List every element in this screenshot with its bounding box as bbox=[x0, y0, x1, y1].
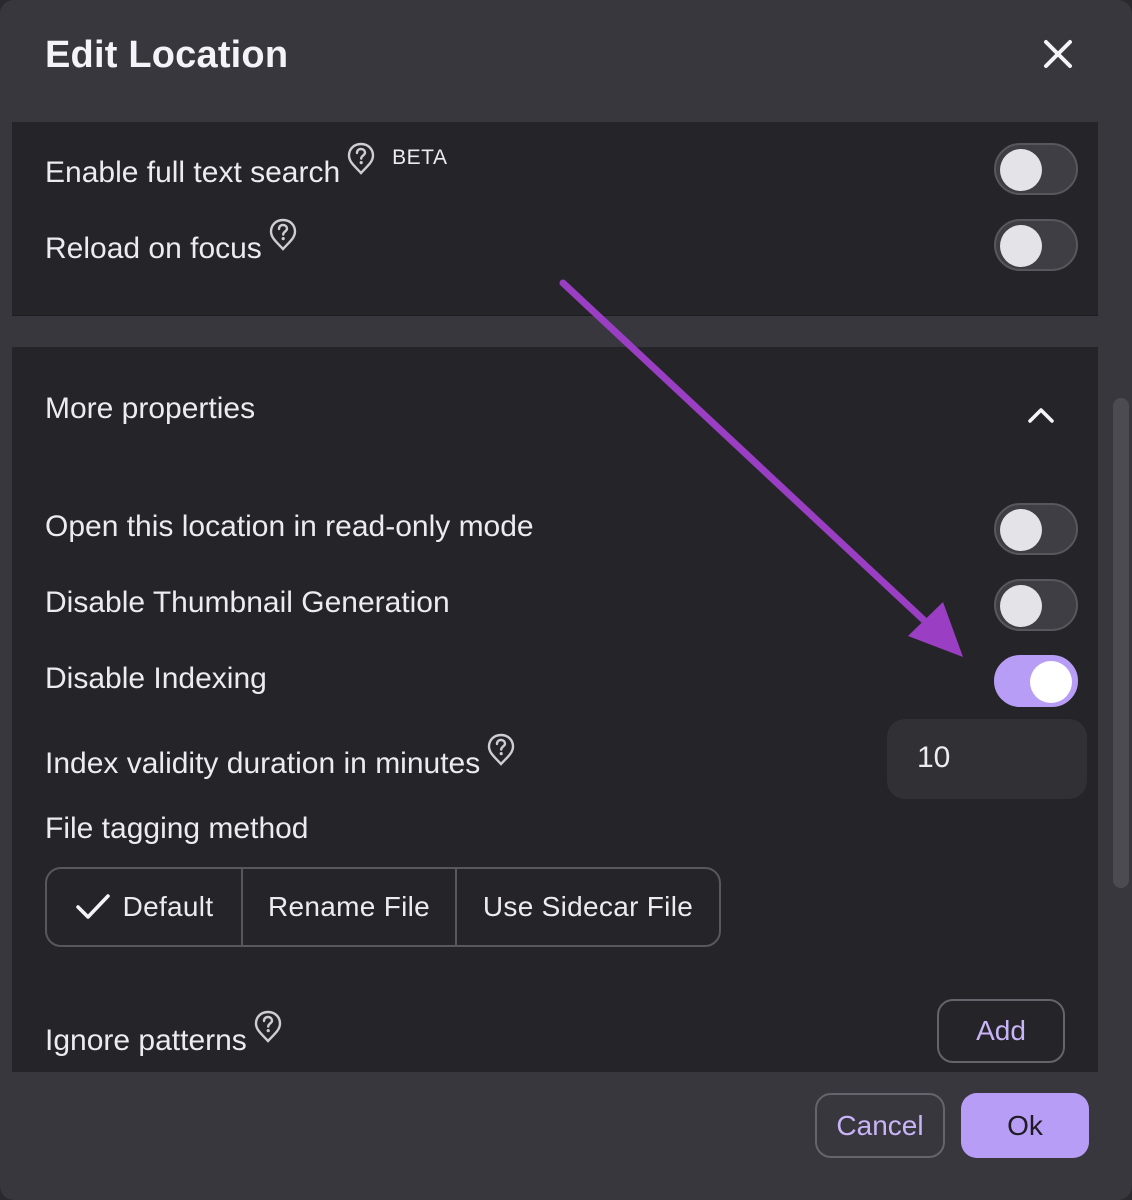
help-icon[interactable] bbox=[486, 733, 516, 767]
disable-indexing-toggle[interactable] bbox=[994, 655, 1078, 707]
more-properties-title: More properties bbox=[45, 392, 256, 425]
toggle-knob bbox=[1000, 509, 1042, 551]
full-text-search-toggle[interactable] bbox=[994, 143, 1078, 195]
disable-indexing-label: Disable Indexing bbox=[45, 662, 267, 695]
segment-label: Use Sidecar File bbox=[482, 891, 694, 922]
disable-thumbnails-label: Disable Thumbnail Generation bbox=[45, 586, 450, 619]
toggle-knob bbox=[1000, 225, 1042, 267]
close-icon bbox=[1044, 40, 1072, 68]
reload-on-focus-label: Reload on focus bbox=[45, 232, 262, 265]
close-button[interactable] bbox=[1036, 34, 1080, 78]
chevron-up-icon bbox=[1028, 408, 1054, 423]
read-only-label: Open this location in read-only mode bbox=[45, 510, 534, 543]
segment-label: Rename File bbox=[267, 891, 431, 922]
help-icon[interactable] bbox=[253, 1010, 283, 1044]
reload-on-focus-toggle[interactable] bbox=[994, 219, 1078, 271]
ok-button[interactable]: Ok bbox=[961, 1093, 1089, 1158]
tagging-option-default[interactable]: Default bbox=[47, 869, 241, 945]
full-text-search-row: Enable full text search BETA bbox=[45, 142, 447, 190]
toggle-knob bbox=[1000, 585, 1042, 627]
tagging-method-selector: Default Rename File Use Sidecar File bbox=[45, 867, 721, 947]
reload-on-focus-row: Reload on focus bbox=[45, 218, 298, 266]
index-validity-input[interactable]: 10 bbox=[887, 719, 1087, 799]
help-icon[interactable] bbox=[346, 142, 376, 176]
index-validity-label: Index validity duration in minutes bbox=[45, 747, 481, 780]
beta-badge: BETA bbox=[392, 146, 448, 169]
check-icon bbox=[75, 894, 110, 919]
cancel-button[interactable]: Cancel bbox=[815, 1093, 945, 1158]
disable-indexing-row: Disable Indexing bbox=[45, 662, 267, 696]
collapse-button[interactable] bbox=[1022, 397, 1060, 431]
dialog-title: Edit Location bbox=[45, 34, 289, 76]
read-only-toggle[interactable] bbox=[994, 503, 1078, 555]
index-validity-row: Index validity duration in minutes bbox=[45, 733, 516, 781]
ignore-patterns-label: Ignore patterns bbox=[45, 1024, 247, 1057]
dialog-content[interactable]: Enable full text search BETA Reload on f… bbox=[12, 122, 1098, 1072]
scrollbar-thumb[interactable] bbox=[1113, 398, 1129, 888]
disable-thumbnails-toggle[interactable] bbox=[994, 579, 1078, 631]
more-properties-card: More properties Open this location in re… bbox=[12, 347, 1098, 1072]
edit-location-dialog: Edit Location Enable full text search BE… bbox=[0, 0, 1132, 1200]
ignore-patterns-row: Ignore patterns bbox=[45, 1010, 283, 1058]
help-icon[interactable] bbox=[268, 218, 298, 252]
segment-label: Default bbox=[122, 891, 214, 922]
read-only-row: Open this location in read-only mode bbox=[45, 510, 534, 544]
disable-thumbnails-row: Disable Thumbnail Generation bbox=[45, 586, 450, 620]
tagging-option-sidecar-file[interactable]: Use Sidecar File bbox=[455, 869, 719, 945]
toggle-knob bbox=[1000, 149, 1042, 191]
full-text-search-label: Enable full text search bbox=[45, 156, 341, 189]
toggle-knob bbox=[1030, 661, 1072, 703]
tagging-method-label: File tagging method bbox=[45, 812, 309, 845]
tagging-method-row: File tagging method bbox=[45, 812, 309, 846]
tagging-option-rename-file[interactable]: Rename File bbox=[241, 869, 455, 945]
general-settings-card: Enable full text search BETA Reload on f… bbox=[12, 122, 1098, 316]
add-ignore-pattern-button[interactable]: Add bbox=[937, 999, 1065, 1063]
